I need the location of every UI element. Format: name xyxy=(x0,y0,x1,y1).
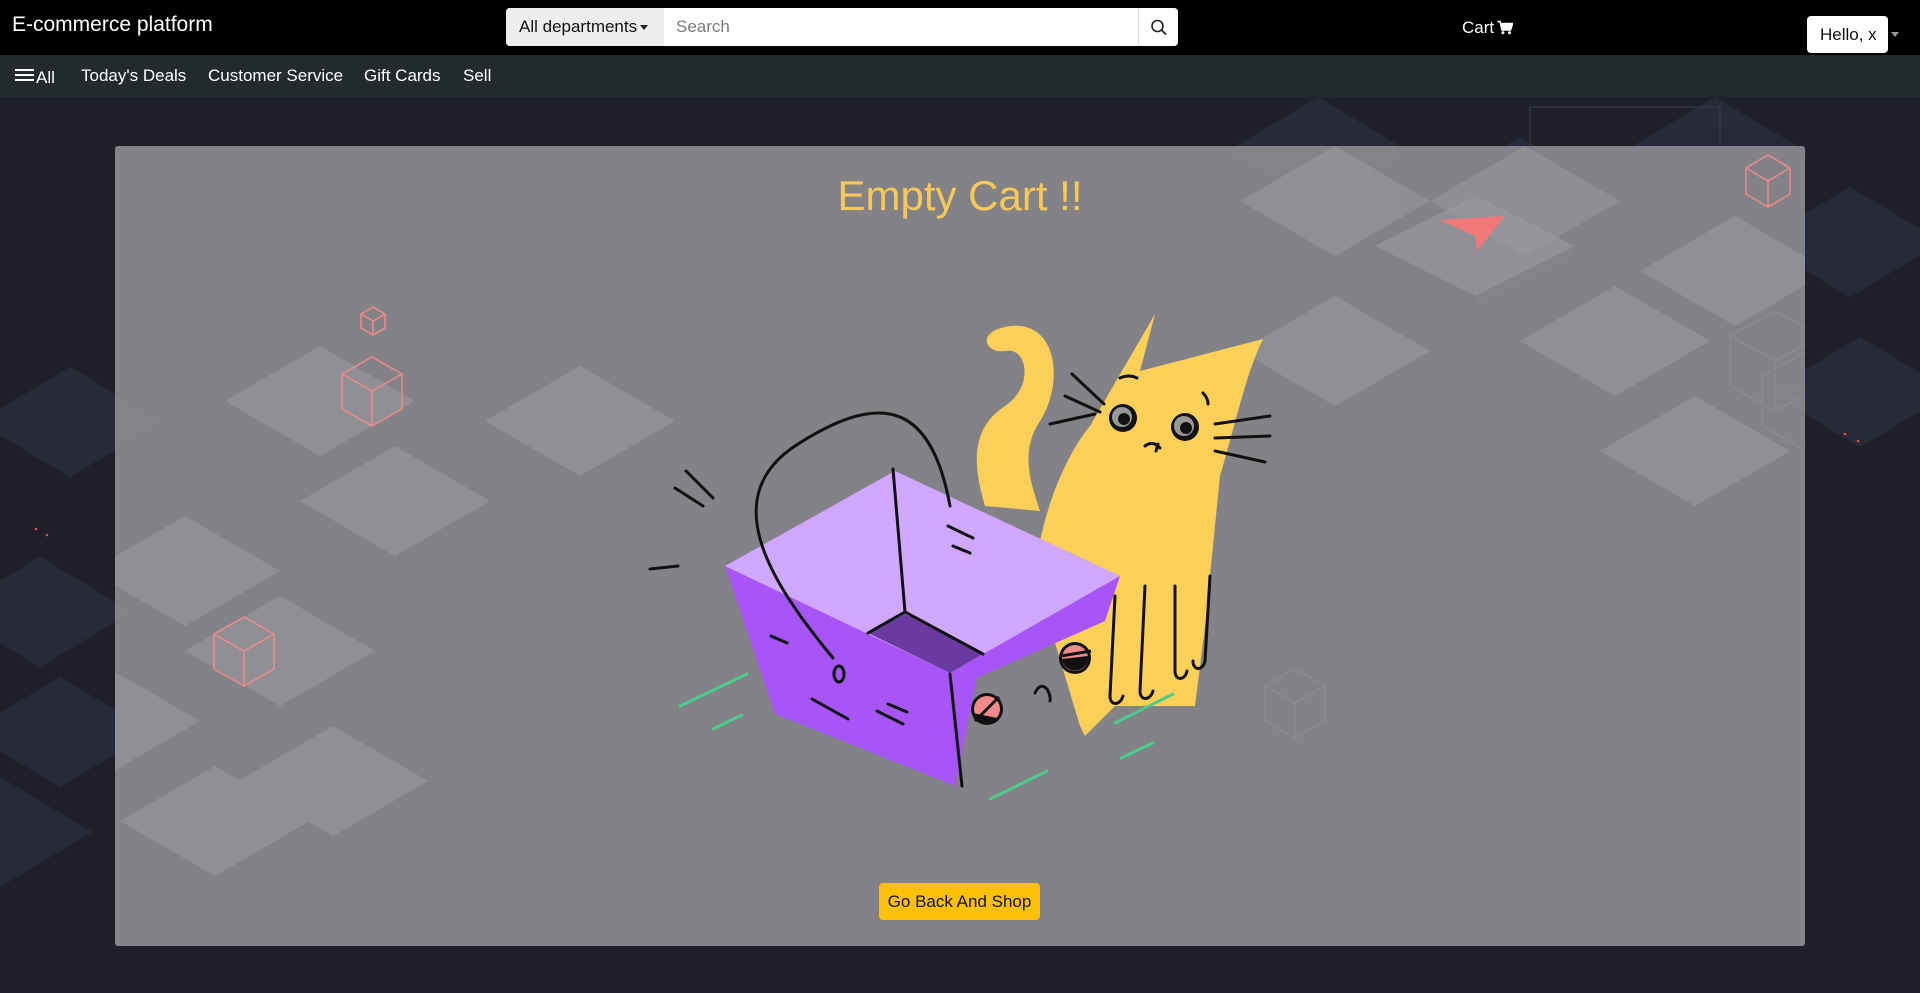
go-back-shop-button[interactable]: Go Back And Shop xyxy=(879,883,1040,920)
search-input[interactable] xyxy=(664,8,1138,46)
search-bar: All departments xyxy=(506,8,1178,46)
user-account-button[interactable]: Hello, x xyxy=(1807,16,1888,53)
all-menu-label: All xyxy=(36,68,55,87)
nav-item-sell[interactable]: Sell xyxy=(463,66,491,86)
cart-link[interactable]: Cart xyxy=(1462,18,1514,38)
caret-down-icon xyxy=(640,25,649,31)
nav-item-customer-service[interactable]: Customer Service xyxy=(208,66,343,86)
empty-cart-title: Empty Cart !! xyxy=(837,172,1083,219)
empty-cart-panel: Empty Cart !! Go Back And Shop xyxy=(115,146,1805,946)
search-icon xyxy=(1151,19,1167,35)
brand-logo[interactable]: E-commerce platform xyxy=(12,13,213,37)
search-button[interactable] xyxy=(1138,8,1178,46)
nav-bar: All Today's Deals Customer Service Gift … xyxy=(0,55,1920,97)
shopping-cart-icon xyxy=(1497,20,1514,35)
hamburger-icon xyxy=(15,66,34,84)
department-select[interactable]: All departments xyxy=(506,8,664,46)
empty-cart-illustration xyxy=(115,146,1805,876)
all-menu-button[interactable]: All xyxy=(15,66,55,88)
caret-down-icon[interactable] xyxy=(1891,32,1899,37)
nav-item-todays-deals[interactable]: Today's Deals xyxy=(81,66,186,86)
top-header: E-commerce platform All departments Cart… xyxy=(0,0,1920,55)
department-label: All departments xyxy=(519,17,638,36)
cart-label: Cart xyxy=(1462,18,1495,37)
nav-item-gift-cards[interactable]: Gift Cards xyxy=(364,66,441,86)
